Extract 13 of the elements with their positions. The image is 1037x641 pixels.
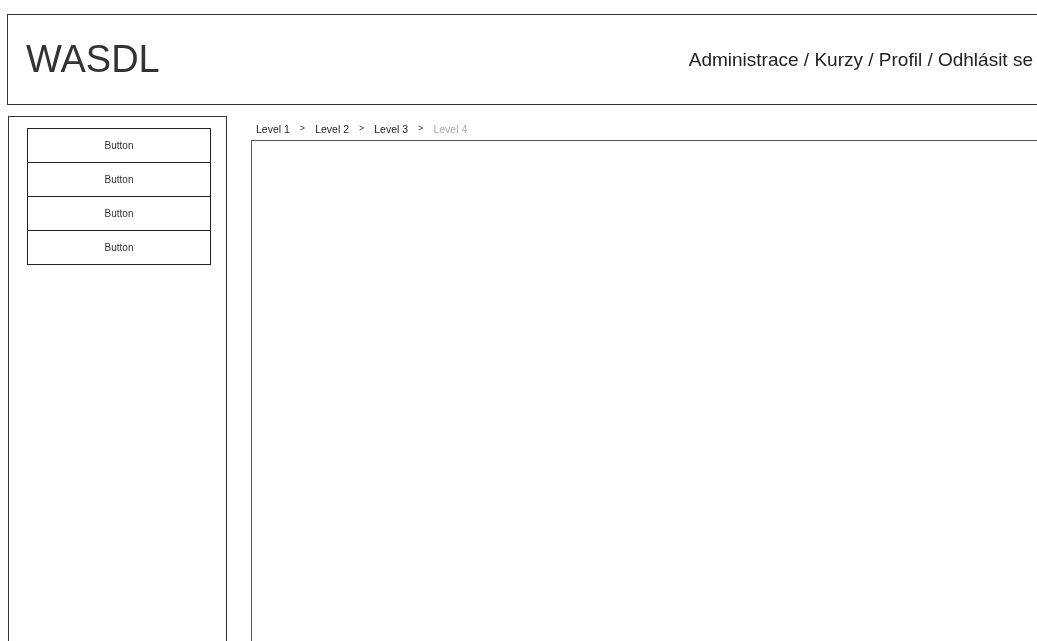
breadcrumb-item[interactable]: Level 1	[256, 123, 290, 140]
breadcrumb-item[interactable]: Level 3	[374, 123, 409, 140]
sidebar-button[interactable]: Button	[27, 230, 211, 265]
sidebar-button[interactable]: Button	[27, 162, 211, 197]
breadcrumb-item[interactable]: Level 2	[315, 123, 349, 140]
sidebar-button[interactable]: Button	[27, 128, 211, 163]
breadcrumb-separator: >	[299, 123, 306, 135]
breadcrumb-item: Level 4	[433, 123, 468, 137]
breadcrumb-separator: >	[418, 123, 424, 135]
sidebar-button[interactable]: Button	[27, 196, 211, 231]
site-title: WASDL	[26, 38, 160, 81]
breadcrumb-separator: >	[359, 123, 365, 135]
header-nav[interactable]: Administrace / Kurzy / Profil / Odhlásit se	[688, 48, 1033, 71]
